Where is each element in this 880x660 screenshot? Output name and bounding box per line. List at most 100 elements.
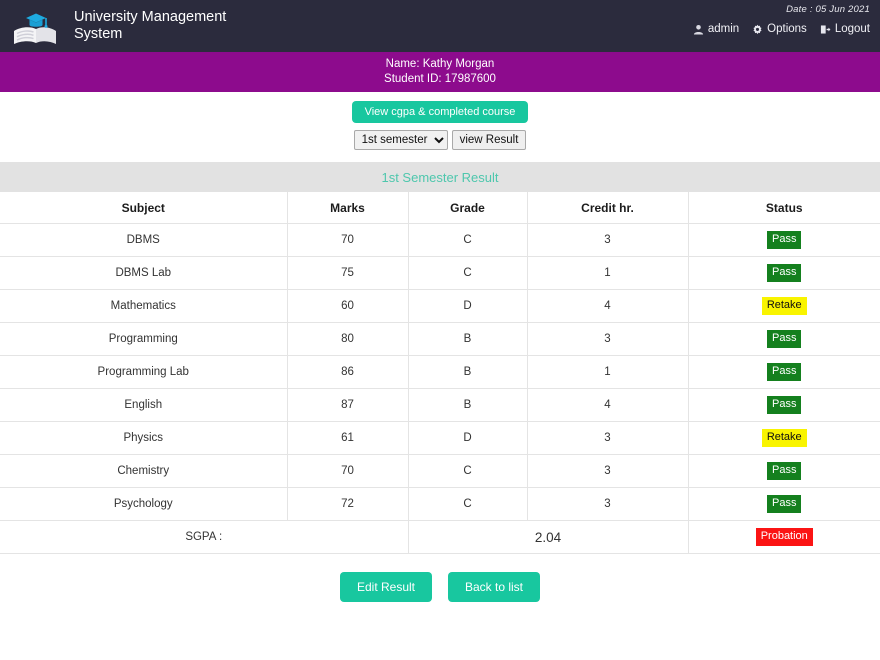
view-cgpa-button[interactable]: View cgpa & completed course [352,101,529,123]
cell-credit: 3 [527,323,688,356]
navbar-links: admin Options [693,23,870,35]
cell-grade: C [408,257,527,290]
cell-marks: 87 [287,389,408,422]
result-title-band: 1st Semester Result [0,162,880,192]
cell-subject: Chemistry [0,455,287,488]
cell-grade: C [408,224,527,257]
status-badge-retake: Retake [762,429,807,447]
cell-status: Retake [688,422,880,455]
view-result-button[interactable]: view Result [452,130,527,150]
cell-marks: 86 [287,356,408,389]
semester-form: 1st semester view Result [354,130,527,150]
graduation-cap-book-logo-icon [10,5,60,47]
cell-marks: 60 [287,290,408,323]
column-header-subject: Subject [0,192,287,224]
cell-subject: English [0,389,287,422]
cell-status: Pass [688,455,880,488]
status-badge-pass: Pass [767,495,801,513]
table-row: Mathematics60D4Retake [0,290,880,323]
cell-status: Pass [688,488,880,521]
table-row: Physics61D3 Retake [0,422,880,455]
cell-marks: 72 [287,488,408,521]
current-date: Date : 05 Jun 2021 [693,4,870,15]
nav-link-options[interactable]: Options [752,23,807,35]
cell-subject: Physics [0,422,287,455]
cell-grade: B [408,356,527,389]
nav-link-logout-label: Logout [835,23,870,35]
user-icon [693,24,704,35]
cell-marks: 70 [287,455,408,488]
table-row: English87B4Pass [0,389,880,422]
table-row: DBMS Lab75C1Pass [0,257,880,290]
cell-grade: D [408,422,527,455]
cell-credit: 1 [527,257,688,290]
result-table: Subject Marks Grade Credit hr. Status DB… [0,192,880,554]
table-row: Programming Lab86B1 Pass [0,356,880,389]
status-badge-retake: Retake [762,297,807,315]
table-row: Programming80B3 Pass [0,323,880,356]
nav-link-admin-label: admin [708,23,739,35]
cell-marks: 70 [287,224,408,257]
table-row: Psychology72C3 Pass [0,488,880,521]
status-badge-probation: Probation [756,528,813,546]
cell-status: Retake [688,290,880,323]
student-info-band: Name: Kathy Morgan Student ID: 17987600 [0,52,880,92]
cell-subject: DBMS [0,224,287,257]
sgpa-label: SGPA : [0,521,408,554]
table-row: Chemistry70C3 Pass [0,455,880,488]
student-name: Name: Kathy Morgan [386,57,495,72]
result-table-head: Subject Marks Grade Credit hr. Status [0,192,880,224]
status-badge-pass: Pass [767,363,801,381]
table-row: DBMS70C3 Pass [0,224,880,257]
brand-title: University Management System [74,9,244,43]
cell-credit: 3 [527,455,688,488]
column-header-status: Status [688,192,880,224]
nav-link-options-label: Options [767,23,807,35]
cell-grade: B [408,323,527,356]
cell-credit: 3 [527,422,688,455]
cell-status: Pass [688,257,880,290]
cell-status: Pass [688,224,880,257]
gear-icon [752,24,763,35]
cell-credit: 4 [527,290,688,323]
logout-icon [820,24,831,35]
brand: University Management System [0,5,244,47]
column-header-credit: Credit hr. [527,192,688,224]
status-badge-pass: Pass [767,396,801,414]
column-header-grade: Grade [408,192,527,224]
cell-subject: Programming [0,323,287,356]
cell-grade: B [408,389,527,422]
cell-grade: C [408,455,527,488]
cell-status: Pass [688,389,880,422]
edit-result-button[interactable]: Edit Result [340,572,432,602]
semester-select[interactable]: 1st semester [354,130,448,150]
nav-link-logout[interactable]: Logout [820,23,870,35]
cell-status: Pass [688,356,880,389]
status-badge-pass: Pass [767,330,801,348]
cell-credit: 3 [527,488,688,521]
status-badge-pass: Pass [767,231,801,249]
student-id: Student ID: 17987600 [384,72,496,87]
cell-status: Pass [688,323,880,356]
sgpa-status-cell: Probation [688,521,880,554]
cell-marks: 61 [287,422,408,455]
cell-subject: DBMS Lab [0,257,287,290]
navbar-right: Date : 05 Jun 2021 admin [693,4,870,35]
table-header-row: Subject Marks Grade Credit hr. Status [0,192,880,224]
footer-actions: Edit Result Back to list [0,572,880,602]
cell-credit: 1 [527,356,688,389]
controls-area: View cgpa & completed course 1st semeste… [0,92,880,150]
back-to-list-button[interactable]: Back to list [448,572,540,602]
cell-credit: 3 [527,224,688,257]
cell-grade: D [408,290,527,323]
cell-marks: 80 [287,323,408,356]
nav-link-admin[interactable]: admin [693,23,739,35]
top-navbar: University Management System Date : 05 J… [0,0,880,52]
cell-grade: C [408,488,527,521]
result-title: 1st Semester Result [381,170,498,185]
cell-subject: Programming Lab [0,356,287,389]
status-badge-pass: Pass [767,462,801,480]
sgpa-row: SGPA : 2.04 Probation [0,521,880,554]
cell-subject: Psychology [0,488,287,521]
status-badge-pass: Pass [767,264,801,282]
